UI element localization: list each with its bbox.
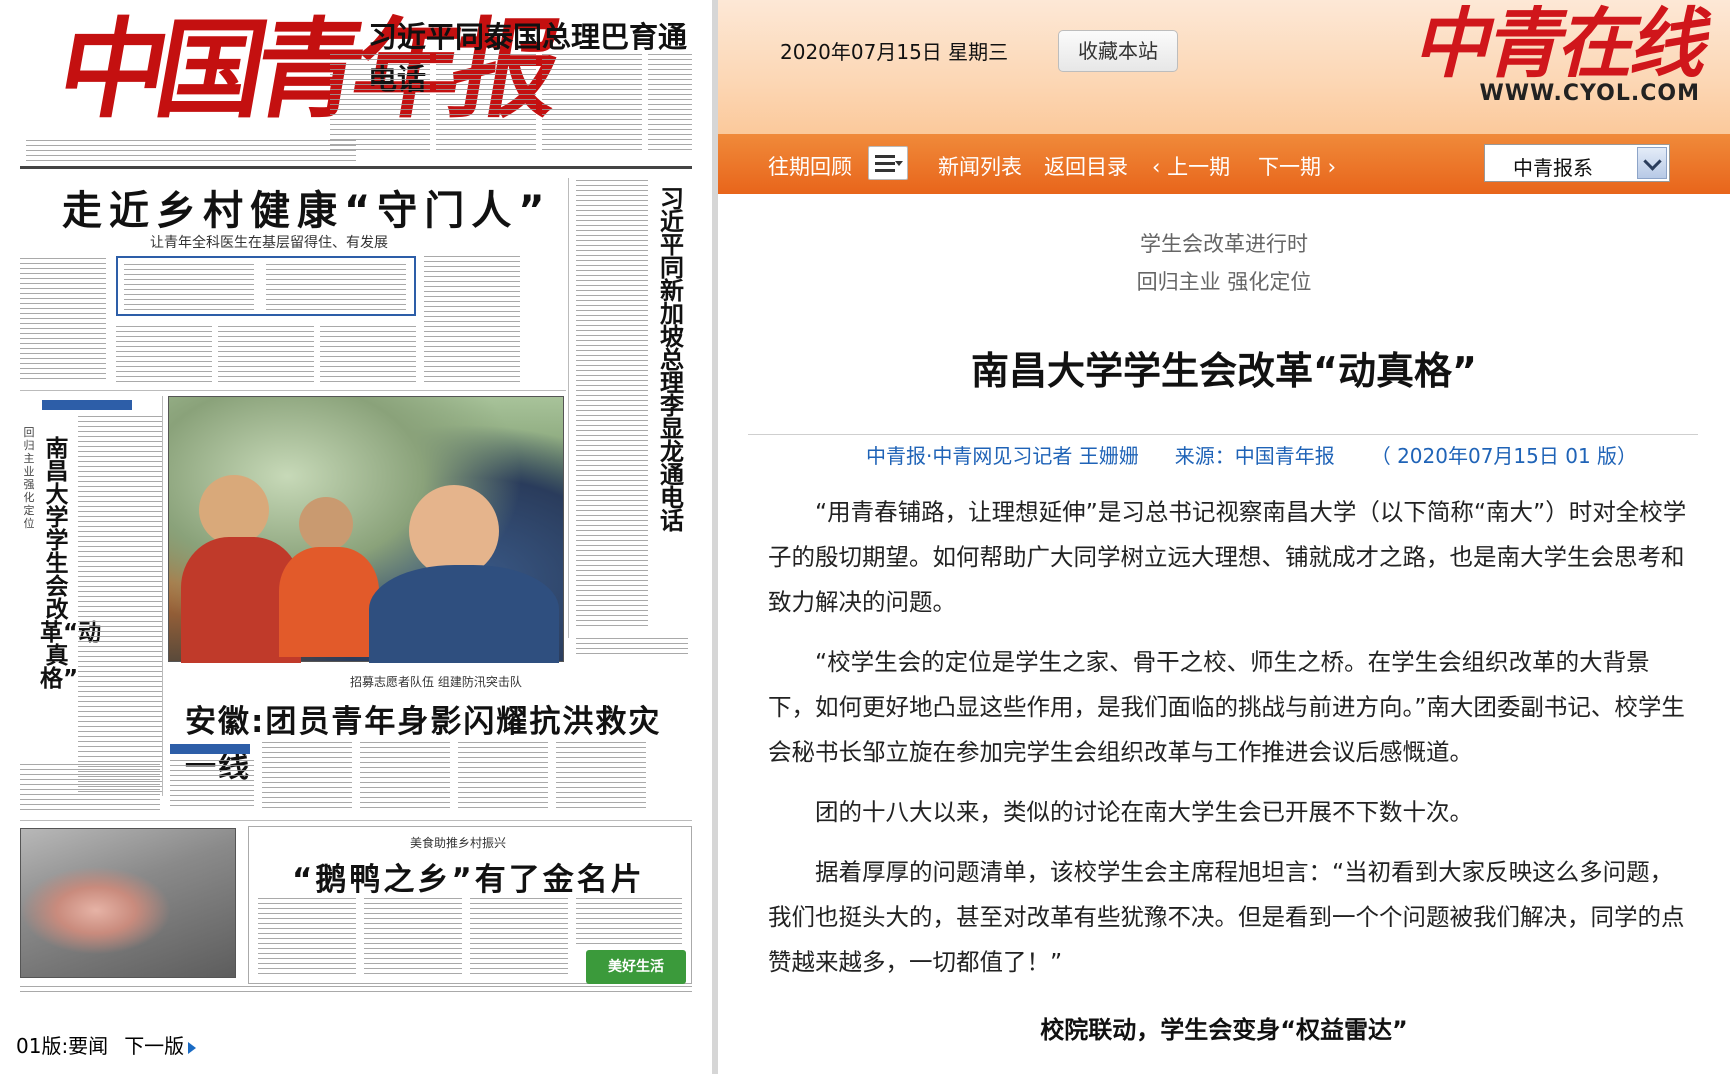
vertical-headline[interactable]: 习近平同新加坡总理李显龙通电话 xyxy=(655,187,689,533)
byline-rule xyxy=(748,434,1698,435)
column-rule xyxy=(162,396,163,796)
current-date: 2020年07月15日 星期三 xyxy=(780,40,1009,64)
side-headline[interactable]: 南昌大学学生会改革“动真格” xyxy=(40,438,101,691)
text-column xyxy=(124,264,254,310)
text-column xyxy=(258,898,356,978)
site-header: 2020年07月15日 星期三 收藏本站 中青在线 WWW.CYOL.COM xyxy=(718,0,1730,134)
cyol-logo[interactable]: 中青在线 WWW.CYOL.COM xyxy=(1412,0,1704,106)
lead-headline[interactable]: 走近乡村健康“守门人” xyxy=(62,178,552,236)
text-column xyxy=(458,742,548,812)
photo-caption xyxy=(576,638,688,658)
next-arrow-icon xyxy=(188,1041,197,1054)
article-title: 南昌大学学生会改革“动真格” xyxy=(971,349,1477,393)
flood-kicker: 招募志愿者队伍 组建防汛突击队 xyxy=(350,675,522,689)
text-column xyxy=(20,258,106,380)
article-paragraph: 团的十八大以来，类似的讨论在南大学生会已开展不下数十次。 xyxy=(815,798,1473,826)
text-column xyxy=(78,416,162,796)
section-tag xyxy=(42,400,132,410)
green-life-logo: 美好生活 xyxy=(586,950,686,984)
column-rule xyxy=(568,178,569,638)
side-kicker: 回归主业 强化定位 xyxy=(23,426,35,530)
article-subhead: 校院联动，学生会变身“权益雷达” xyxy=(1040,1016,1408,1044)
article-subkicker: 回归主业 强化定位 xyxy=(1136,270,1312,294)
newspaper-page-image[interactable]: 中国青年报 习近平同泰国总理巴育通电话 走近乡村健康“守门人” 让青年全科医生在… xyxy=(20,8,692,998)
byline-source: 来源：中国青年报 xyxy=(1174,444,1335,468)
archive-link[interactable]: 往期回顾 xyxy=(768,151,852,181)
paper-select[interactable]: 中青报系 xyxy=(1484,144,1670,182)
text-column xyxy=(320,326,416,382)
add-favorite-button[interactable]: 收藏本站 xyxy=(1058,30,1178,72)
article-kicker: 学生会改革进行时 xyxy=(1140,232,1308,256)
logo-text: 中青在线 xyxy=(1412,0,1704,88)
epaper-panel: 中国青年报 习近平同泰国总理巴育通电话 走近乡村健康“守门人” 让青年全科医生在… xyxy=(0,0,712,1074)
text-column xyxy=(364,898,462,978)
text-column xyxy=(648,54,692,150)
next-issue-link[interactable]: 下一期 › xyxy=(1258,151,1336,181)
section-rule xyxy=(20,390,566,391)
article-byline: 中青报·中青网见习记者 王姗姗 来源：中国青年报 （ 2020年07月15日 01 … xyxy=(866,440,1637,469)
text-column xyxy=(262,742,352,812)
text-column xyxy=(360,742,450,812)
text-column xyxy=(470,898,568,978)
text-column xyxy=(330,54,430,150)
footer-line xyxy=(20,986,692,994)
text-column xyxy=(20,764,160,814)
masthead-rule xyxy=(20,166,692,169)
paper-select-value: 中青报系 xyxy=(1513,156,1593,180)
list-menu-icon[interactable] xyxy=(868,146,908,180)
article-panel: 2020年07月15日 星期三 收藏本站 中青在线 WWW.CYOL.COM 往… xyxy=(718,0,1730,1074)
article-paragraph: 据着厚厚的问题清单，该校学生会主席程旭坦言：“当初看到大家反映这么多问题，我们也… xyxy=(768,858,1685,976)
text-column xyxy=(266,264,406,310)
text-column xyxy=(542,54,642,150)
section-rule xyxy=(20,820,692,821)
section-tag xyxy=(170,744,250,754)
article-body: “用青春铺路，让理想延伸”是习总书记视察南昌大学（以下简称“南大”）时对全校学子… xyxy=(768,490,1688,1000)
text-column xyxy=(576,898,682,944)
page-nav: 01版:要闻 下一版 xyxy=(16,1030,212,1059)
current-page-link[interactable]: 01版:要闻 xyxy=(16,1034,108,1058)
article-paragraph: “用青春铺路，让理想延伸”是习总书记视察南昌大学（以下简称“南大”）时对全校学子… xyxy=(768,498,1687,616)
lead-subheadline: 让青年全科医生在基层留得住、有发展 xyxy=(150,235,388,251)
text-column xyxy=(436,54,536,150)
child-photo[interactable] xyxy=(20,828,236,978)
prev-issue-link[interactable]: ‹ 上一期 xyxy=(1152,151,1230,181)
flood-rescue-photo[interactable] xyxy=(168,396,564,663)
masthead-meta xyxy=(26,140,356,162)
goose-headline[interactable]: “鹅鸭之乡”有了金名片 xyxy=(292,854,645,899)
text-column xyxy=(556,742,646,812)
text-column xyxy=(116,326,212,382)
text-column xyxy=(576,180,648,630)
issue-navbar: 往期回顾 新闻列表 返回目录 ‹ 上一期 下一期 › 中青报系 xyxy=(718,134,1730,194)
byline-author: 中青报·中青网见习记者 王姗姗 xyxy=(866,444,1139,468)
chevron-down-icon[interactable] xyxy=(1637,147,1667,179)
next-page-link[interactable]: 下一版 xyxy=(124,1034,197,1058)
text-column xyxy=(424,256,520,382)
news-list-link[interactable]: 新闻列表 xyxy=(938,151,1022,181)
text-column xyxy=(170,760,254,810)
byline-date: （ 2020年07月15日 01 版） xyxy=(1370,444,1638,468)
article-paragraph: “校学生会的定位是学生之家、骨干之校、师生之桥。在学生会组织改革的大背景下，如何… xyxy=(768,648,1685,766)
back-to-index-link[interactable]: 返回目录 xyxy=(1044,151,1128,181)
next-page-label: 下一版 xyxy=(124,1034,185,1058)
goose-kicker: 美食助推乡村振兴 xyxy=(410,836,507,850)
text-column xyxy=(218,326,314,382)
